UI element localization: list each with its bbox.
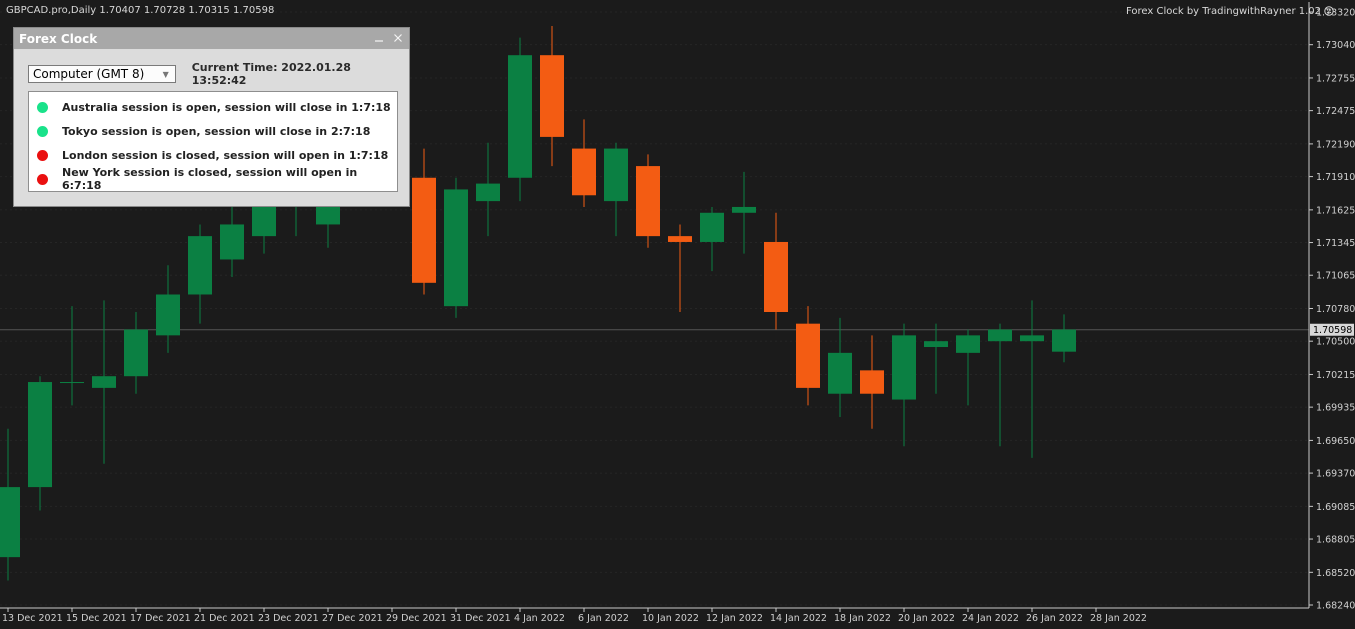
y-tick-label: 1.68240 [1316, 601, 1355, 612]
y-tick-label: 1.69650 [1316, 436, 1355, 447]
candle-body [700, 212, 724, 242]
y-tick-label: 1.70780 [1316, 304, 1355, 315]
x-tick-label: 29 Dec 2021 [386, 613, 447, 624]
y-tick-label: 1.69370 [1316, 469, 1355, 480]
candle-body [860, 370, 884, 394]
candle-body [1052, 329, 1076, 352]
x-tick-label: 24 Jan 2022 [962, 613, 1019, 624]
session-item: New York session is closed, session will… [29, 166, 397, 192]
timezone-select-value: Computer (GMT 8) [33, 67, 145, 81]
y-tick-label: 1.71345 [1316, 238, 1355, 249]
x-tick-label: 15 Dec 2021 [66, 613, 127, 624]
x-tick-label: 31 Dec 2021 [450, 613, 511, 624]
session-status-dot [37, 149, 48, 161]
session-text: New York session is closed, session will… [62, 166, 358, 192]
candle-body [92, 376, 116, 388]
x-tick-label: 23 Dec 2021 [258, 613, 319, 624]
forex-clock-window[interactable]: Forex Clock Computer (GMT 8) ▼ Current T… [13, 27, 410, 207]
x-tick-label: 13 Dec 2021 [2, 613, 63, 624]
y-tick-label: 1.72475 [1316, 106, 1355, 117]
indicator-label: Forex Clock by TradingwithRayner 1.02 [1126, 6, 1334, 19]
forex-clock-titlebar[interactable]: Forex Clock [14, 28, 409, 49]
y-tick-label: 1.70500 [1316, 337, 1355, 348]
candle-body [796, 323, 820, 388]
y-tick-label: 1.72190 [1316, 139, 1355, 150]
current-price-label: 1.70598 [1313, 325, 1352, 336]
candle-body [1020, 335, 1044, 342]
y-tick-label: 1.71625 [1316, 205, 1355, 216]
session-list: Australia session is open, session will … [28, 91, 398, 192]
y-tick-label: 1.73040 [1316, 40, 1355, 51]
session-item: London session is closed, session will o… [29, 143, 397, 167]
session-text: Australia session is open, session will … [62, 100, 391, 114]
y-tick-label: 1.69085 [1316, 502, 1355, 513]
candle-body [572, 148, 596, 196]
candle-body [636, 166, 660, 237]
candle-body [412, 177, 436, 283]
candle-body [540, 55, 564, 137]
x-tick-label: 17 Dec 2021 [130, 613, 191, 624]
x-tick-label: 27 Dec 2021 [322, 613, 383, 624]
y-tick-label: 1.68520 [1316, 568, 1355, 579]
y-tick-label: 1.71910 [1316, 172, 1355, 183]
candle-body [476, 183, 500, 202]
timezone-select[interactable]: Computer (GMT 8) ▼ [28, 65, 176, 83]
candle-body [220, 224, 244, 260]
minimize-icon[interactable] [374, 33, 384, 45]
candle-body [764, 241, 788, 313]
x-tick-label: 12 Jan 2022 [706, 613, 763, 624]
candle-body [28, 382, 52, 488]
symbol-info: GBPCAD.pro,Daily 1.70407 1.70728 1.70315… [6, 5, 275, 16]
candle-body [924, 341, 948, 348]
session-status-dot [37, 101, 48, 113]
y-tick-label: 1.69935 [1316, 403, 1355, 414]
close-icon[interactable] [393, 33, 403, 45]
x-tick-label: 4 Jan 2022 [514, 613, 565, 624]
x-tick-label: 14 Jan 2022 [770, 613, 827, 624]
y-tick-label: 1.68805 [1316, 535, 1355, 546]
candle-body [508, 55, 532, 178]
y-tick-label: 1.70215 [1316, 370, 1355, 381]
candle-body [668, 236, 692, 242]
candle-body [892, 335, 916, 400]
session-status-dot [37, 125, 48, 137]
x-tick-label: 26 Jan 2022 [1026, 613, 1083, 624]
forex-clock-title: Forex Clock [19, 31, 98, 46]
session-text: Tokyo session is open, session will clos… [62, 124, 371, 138]
candle-body [604, 148, 628, 202]
candle-body [124, 329, 148, 377]
x-tick-label: 20 Jan 2022 [898, 613, 955, 624]
candle-body [444, 189, 468, 307]
y-tick-label: 1.71065 [1316, 271, 1355, 282]
x-tick-label: 6 Jan 2022 [578, 613, 629, 624]
indicator-label-text: Forex Clock by TradingwithRayner 1.02 [1126, 6, 1321, 17]
candle-body [732, 206, 756, 213]
session-status-dot [37, 173, 48, 185]
y-tick-label: 1.72755 [1316, 73, 1355, 84]
candle-body [0, 487, 20, 558]
x-tick-label: 21 Dec 2021 [194, 613, 255, 624]
session-text: London session is closed, session will o… [62, 148, 389, 162]
candle-body [956, 335, 980, 353]
candle-body [988, 329, 1012, 342]
current-time: Current Time: 2022.01.28 13:52:42 [191, 61, 351, 87]
smiley-icon [1324, 6, 1334, 19]
x-tick-label: 28 Jan 2022 [1090, 613, 1147, 624]
session-item: Tokyo session is open, session will clos… [29, 119, 397, 143]
candle-body [156, 294, 180, 336]
chevron-down-icon: ▼ [162, 69, 169, 79]
session-item: Australia session is open, session will … [29, 95, 397, 119]
x-tick-label: 18 Jan 2022 [834, 613, 891, 624]
candle-body [188, 236, 212, 295]
candle-body [60, 382, 84, 384]
x-tick-label: 10 Jan 2022 [642, 613, 699, 624]
candle-body [828, 352, 852, 394]
